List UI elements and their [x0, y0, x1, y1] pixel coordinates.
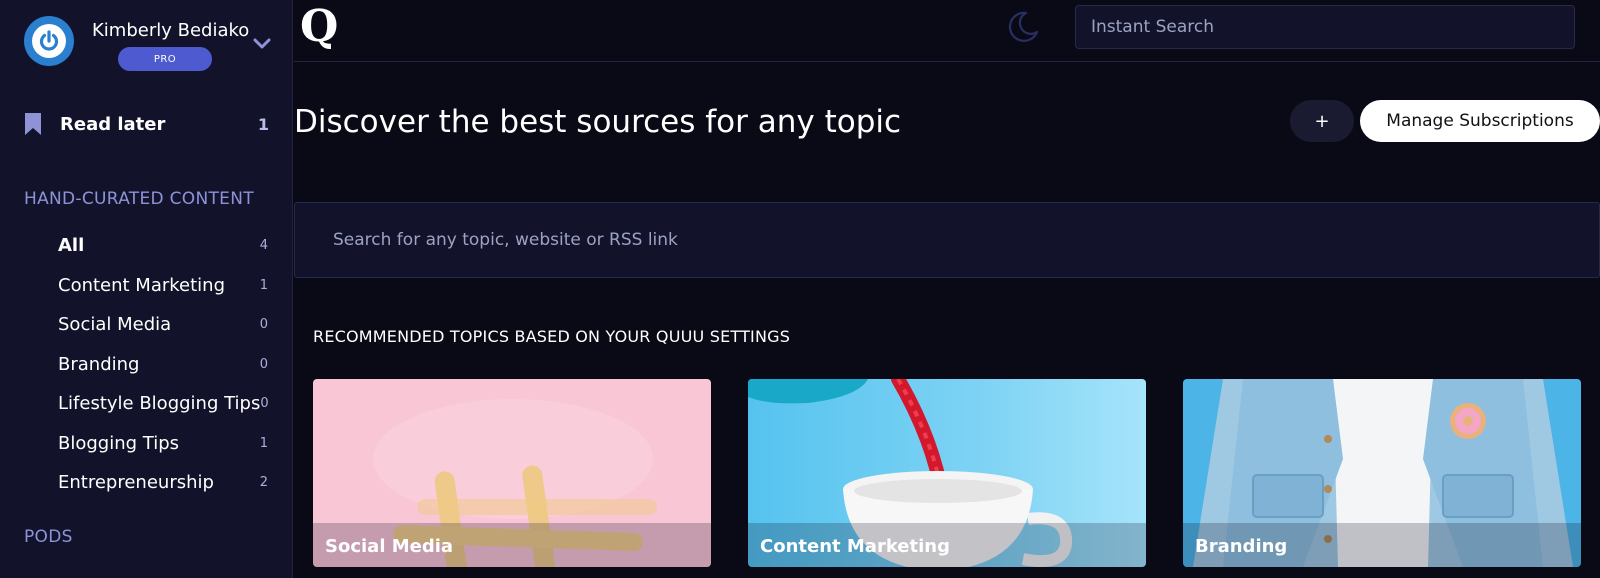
sidebar-item-count: 2 [259, 475, 268, 491]
top-bar: Q [294, 0, 1600, 62]
topic-card-label: Branding [1195, 536, 1288, 557]
user-name: Kimberly Bediako [92, 20, 250, 41]
topic-card-content-marketing[interactable]: Content Marketing [748, 379, 1146, 567]
power-icon [32, 24, 66, 58]
sidebar-item-social-media[interactable]: Social Media 0 [58, 305, 268, 345]
read-later-count: 1 [257, 114, 269, 134]
bookmark-icon [25, 113, 41, 135]
sidebar-item-count: 1 [259, 277, 268, 293]
sidebar-item-blogging-tips[interactable]: Blogging Tips 1 [58, 424, 268, 464]
sidebar-item-content-marketing[interactable]: Content Marketing 1 [58, 266, 268, 306]
topic-card-branding[interactable]: Branding [1183, 379, 1581, 567]
sidebar-item-label: Branding [58, 353, 140, 375]
quuu-logo[interactable]: Q [300, 2, 338, 52]
page-title: Discover the best sources for any topic [294, 104, 902, 140]
topic-card-label: Social Media [325, 536, 454, 557]
topic-nav-list: All 4 Content Marketing 1 Social Media 0… [58, 226, 269, 503]
chevron-down-icon[interactable] [252, 36, 272, 52]
sidebar-item-label: Social Media [58, 314, 172, 336]
topic-card-social-media[interactable]: Social Media [313, 379, 711, 567]
read-later-link[interactable]: Read later 1 [24, 110, 269, 138]
user-profile[interactable]: Kimberly Bediako PRO [24, 16, 284, 76]
recommended-topics-heading: RECOMMENDED TOPICS BASED ON YOUR QUUU SE… [313, 327, 791, 346]
avatar [24, 16, 74, 66]
moon-icon[interactable] [1006, 10, 1040, 44]
sidebar-item-all[interactable]: All 4 [58, 226, 268, 266]
pods-heading: PODS [24, 527, 73, 547]
topic-search-input[interactable] [294, 202, 1600, 278]
sidebar-item-lifestyle-blogging-tips[interactable]: Lifestyle Blogging Tips 0 [58, 384, 269, 424]
manage-subscriptions-button[interactable]: Manage Subscriptions [1360, 100, 1600, 142]
read-later-label: Read later [60, 113, 166, 135]
sidebar-item-label: Lifestyle Blogging Tips [58, 393, 261, 415]
sidebar-item-count: 0 [259, 356, 268, 372]
topic-card-label: Content Marketing [760, 536, 950, 557]
sidebar-item-count: 1 [259, 435, 268, 451]
sidebar-item-label: Content Marketing [58, 274, 226, 296]
sidebar: Kimberly Bediako PRO Read later 1 HAND-C… [0, 0, 293, 578]
sidebar-item-label: All [58, 235, 85, 257]
instant-search-input[interactable] [1075, 5, 1575, 49]
sidebar-item-label: Entrepreneurship [58, 472, 214, 494]
sidebar-item-count: 0 [259, 317, 268, 333]
sidebar-item-entrepreneurship[interactable]: Entrepreneurship 2 [58, 463, 268, 503]
sidebar-item-count: 0 [260, 396, 269, 412]
pro-badge: PRO [118, 47, 212, 71]
topic-cards: Social Media Content Marketing Branding [313, 379, 1593, 567]
sidebar-item-branding[interactable]: Branding 0 [58, 345, 268, 385]
hand-curated-heading: HAND-CURATED CONTENT [24, 189, 254, 209]
add-button[interactable]: + [1290, 100, 1354, 142]
sidebar-item-label: Blogging Tips [58, 432, 180, 454]
sidebar-item-count: 4 [259, 238, 268, 254]
